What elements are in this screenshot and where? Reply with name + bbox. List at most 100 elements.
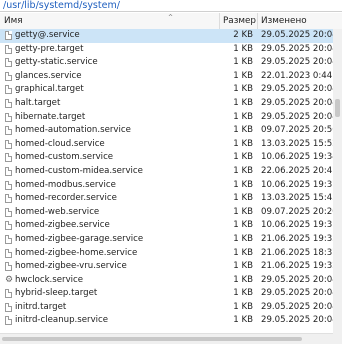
file-name: homed-custom.service (15, 152, 114, 163)
file-row[interactable]: homed-cloud.service 1 KB 13.03.2025 15:52:… (0, 138, 333, 152)
file-size: 1 KB (233, 179, 253, 190)
file-row[interactable]: initrd-cleanup.service 1 KB 29.05.2025 20:… (0, 314, 333, 328)
file-size: 1 KB (233, 193, 253, 204)
file-name: getty-static.service (15, 57, 98, 68)
file-icon (5, 302, 12, 312)
file-name: homed-cloud.service (15, 138, 105, 149)
file-size: 1 KB (233, 206, 253, 217)
file-icon (5, 139, 12, 149)
file-row[interactable]: homed-recorder.service 1 KB 13.03.2025 15:… (0, 192, 333, 206)
column-name[interactable]: Имя (4, 13, 23, 29)
file-row[interactable]: graphical.target 1 KB 29.05.2025 20:04:0 (0, 83, 333, 97)
gear-file-icon: ⚙ (5, 274, 14, 285)
vertical-scrollbar[interactable] (333, 29, 342, 333)
file-icon (5, 248, 12, 258)
file-modified: 29.05.2025 20:04:0 (261, 97, 333, 108)
file-name: graphical.target (15, 84, 84, 95)
file-row[interactable]: initrd.target 1 KB 29.05.2025 20:04:0 (0, 301, 333, 315)
sort-ascending-icon: ^ (168, 14, 174, 21)
file-name: homed-zigbee-vru.service (15, 261, 127, 272)
file-name: hibernate.target (15, 111, 86, 122)
file-name: homed-recorder.service (15, 193, 117, 204)
column-divider[interactable] (219, 13, 220, 29)
file-size: 1 KB (233, 152, 253, 163)
file-name: homed-zigbee.service (15, 220, 110, 231)
file-row[interactable]: homed-zigbee-garage.service 1 KB 21.06.202… (0, 233, 333, 247)
file-row[interactable]: hybrid-sleep.target 1 KB 29.05.2025 20:04:… (0, 287, 333, 301)
file-size: 2 KB (233, 30, 253, 40)
file-icon (5, 44, 12, 54)
file-name: homed-automation.service (15, 125, 131, 136)
file-row[interactable]: glances.service 1 KB 22.01.2023 0:44:40 (0, 70, 333, 84)
file-modified: 29.05.2025 20:04:0 (261, 30, 333, 40)
file-row[interactable]: getty-pre.target 1 KB 29.05.2025 20:04:0 (0, 43, 333, 57)
file-icon (5, 180, 12, 190)
file-size: 1 KB (233, 165, 253, 176)
column-divider[interactable] (257, 13, 258, 29)
file-row[interactable]: homed-web.service 1 KB 09.07.2025 20:20:2 (0, 206, 333, 220)
file-size: 1 KB (233, 138, 253, 149)
file-row[interactable]: homed-custom-midea.service 1 KB 22.06.2025… (0, 165, 333, 179)
path-bar[interactable]: /usr/lib/systemd/system/ (0, 0, 342, 12)
file-icon (5, 234, 12, 244)
file-size: 1 KB (233, 315, 253, 326)
file-icon (5, 98, 12, 108)
file-row[interactable]: homed-custom.service 1 KB 10.06.2025 19:34… (0, 151, 333, 165)
file-size: 1 KB (233, 220, 253, 231)
file-size: 1 KB (233, 247, 253, 258)
file-name: halt.target (15, 97, 61, 108)
file-name: getty@.service (15, 30, 80, 40)
file-modified: 21.06.2025 18:37:5 (261, 247, 333, 258)
file-size: 1 KB (233, 70, 253, 81)
file-size: 1 KB (233, 111, 253, 122)
file-modified: 22.06.2025 20:41:1 (261, 165, 333, 176)
file-row[interactable]: hibernate.target 1 KB 29.05.2025 20:04:0 (0, 111, 333, 125)
file-row[interactable]: homed-zigbee-vru.service 1 KB 21.06.2025 1… (0, 260, 333, 274)
file-row[interactable]: homed-zigbee.service 1 KB 10.06.2025 19:31… (0, 219, 333, 233)
file-modified: 29.05.2025 20:04:0 (261, 274, 333, 285)
file-row[interactable]: homed-modbus.service 1 KB 10.06.2025 19:37… (0, 179, 333, 193)
file-icon (5, 71, 12, 81)
file-modified: 09.07.2025 20:56:4 (261, 125, 333, 136)
file-name: homed-modbus.service (15, 179, 116, 190)
file-size: 1 KB (233, 57, 253, 68)
file-row[interactable]: ⚙hwclock.service 1 KB 29.05.2025 20:04:0 (0, 274, 333, 288)
horizontal-scroll-thumb[interactable] (2, 337, 302, 341)
file-icon (5, 112, 12, 122)
file-icon (5, 58, 12, 68)
file-size: 1 KB (233, 125, 253, 136)
file-name: getty-pre.target (15, 43, 84, 54)
file-modified: 29.05.2025 20:04:0 (261, 315, 333, 326)
file-row[interactable]: getty@.service 2 KB 29.05.2025 20:04:0 (0, 29, 333, 43)
file-size: 1 KB (233, 233, 253, 244)
file-modified: 29.05.2025 20:04:0 (261, 111, 333, 122)
vertical-scroll-thumb[interactable] (335, 99, 340, 117)
file-name: homed-web.service (15, 206, 100, 217)
file-name: initrd.target (15, 301, 67, 312)
column-size[interactable]: Размер (223, 13, 256, 29)
file-modified: 13.03.2025 15:43:1 (261, 193, 333, 204)
file-icon (5, 289, 12, 299)
file-icon (5, 153, 12, 163)
file-row[interactable]: getty-static.service 1 KB 29.05.2025 20:04… (0, 56, 333, 70)
file-icon (5, 31, 12, 40)
file-row[interactable]: homed-zigbee-home.service 1 KB 21.06.2025 … (0, 247, 333, 261)
file-name: homed-zigbee-garage.service (15, 233, 144, 244)
column-modified[interactable]: Изменено (261, 13, 307, 29)
file-modified: 29.05.2025 20:04:0 (261, 43, 333, 54)
file-size: 1 KB (233, 274, 253, 285)
file-modified: 21.06.2025 19:32:5 (261, 261, 333, 272)
file-modified: 10.06.2025 19:34:4 (261, 152, 333, 163)
horizontal-scrollbar[interactable] (0, 333, 333, 344)
file-name: homed-zigbee-home.service (15, 247, 138, 258)
file-icon (5, 126, 12, 136)
file-row[interactable]: halt.target 1 KB 29.05.2025 20:04:0 (0, 97, 333, 111)
file-row[interactable]: homed-automation.service 1 KB 09.07.2025 2… (0, 124, 333, 138)
file-icon (5, 262, 12, 272)
file-name: hwclock.service (15, 274, 84, 285)
file-icon (5, 207, 12, 217)
file-modified: 29.05.2025 20:04:0 (261, 57, 333, 68)
file-size: 1 KB (233, 43, 253, 54)
scrollbar-corner (333, 333, 342, 344)
file-modified: 29.05.2025 20:04:0 (261, 288, 333, 299)
